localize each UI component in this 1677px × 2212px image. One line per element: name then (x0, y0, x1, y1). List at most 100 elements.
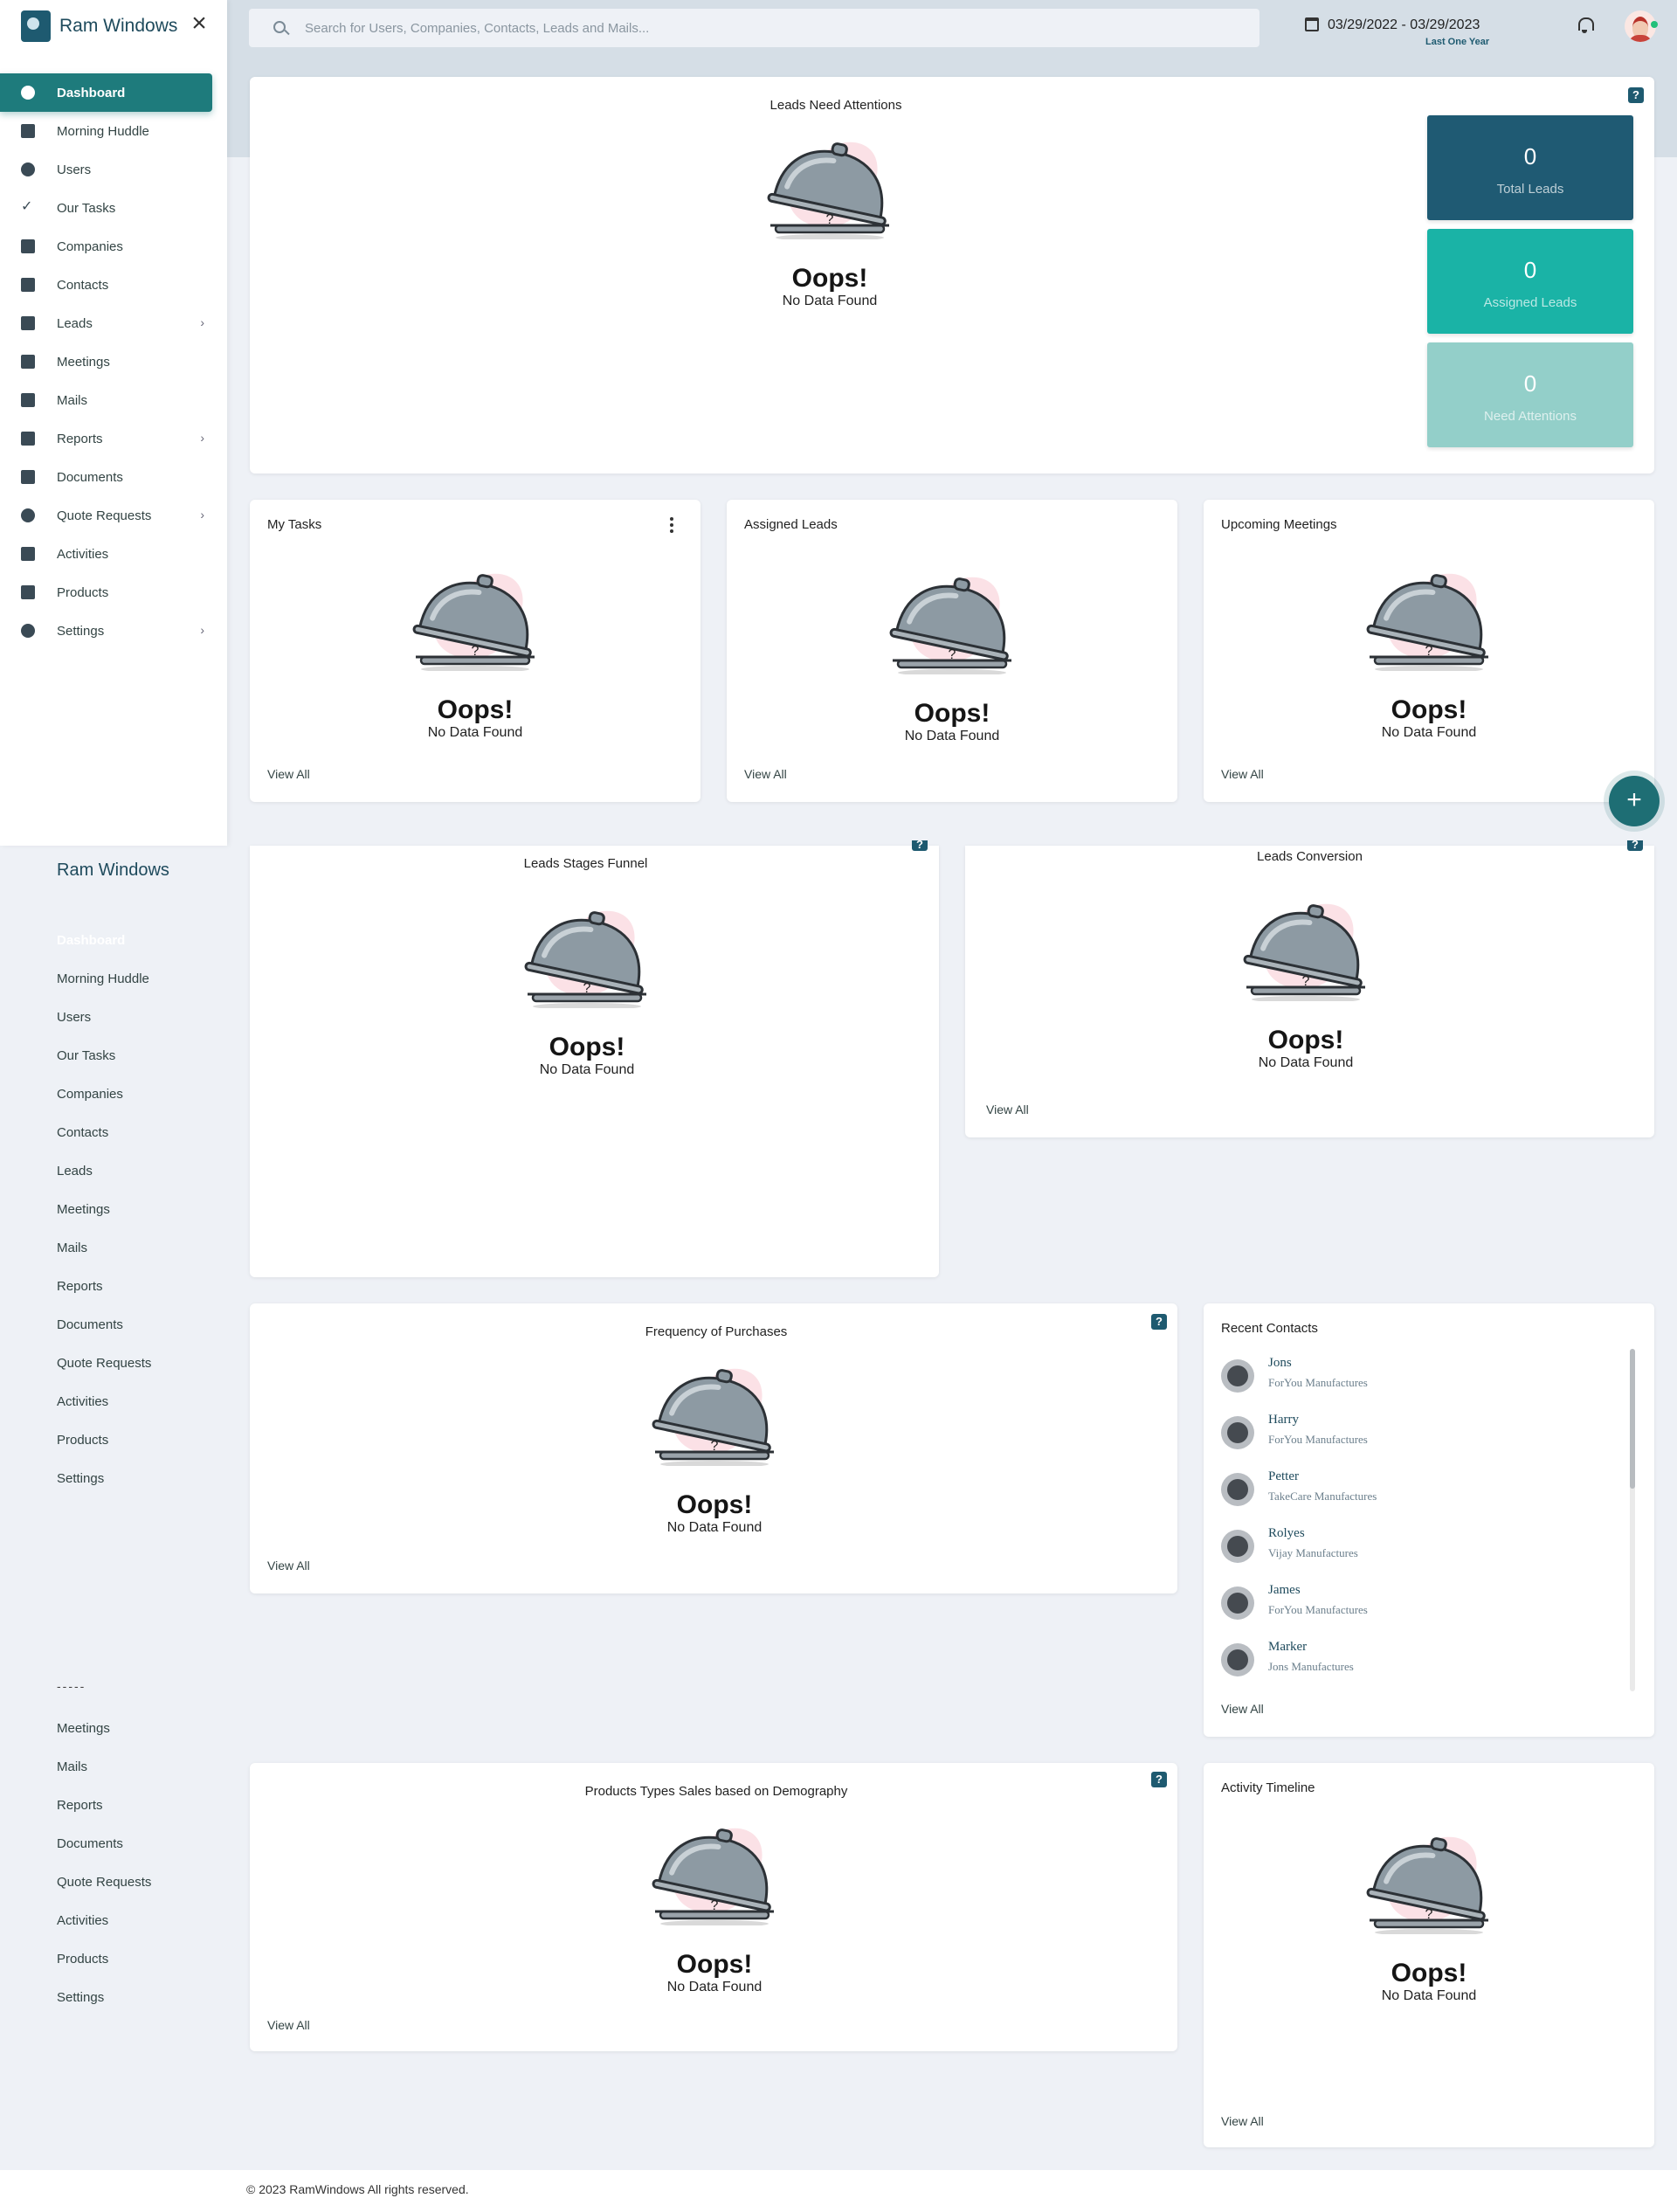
sidebar-item-mails[interactable]: Mails (0, 381, 227, 419)
stat-total-leads[interactable]: 0 Total Leads (1427, 115, 1633, 220)
clipboard-icon (21, 547, 35, 561)
stat-need-attentions[interactable]: 0 Need Attentions (1427, 342, 1633, 447)
ghost-nav-item[interactable]: Activities (0, 1901, 227, 1939)
ghost-nav-item[interactable]: Users (0, 998, 227, 1036)
date-range-picker[interactable]: 03/29/2022 - 03/29/2023 Last One Year (1305, 16, 1497, 51)
empty-state: ? Oops! No Data Found (882, 570, 1022, 744)
sidebar-item-label: Our Tasks (57, 200, 116, 216)
ghost-nav-item[interactable]: Companies (0, 1075, 227, 1113)
sidebar-item-companies[interactable]: Companies (0, 227, 227, 266)
empty-subtitle: No Data Found (427, 725, 523, 740)
sidebar-item-reports[interactable]: Reports › (0, 419, 227, 458)
view-all-link[interactable]: View All (1221, 1702, 1264, 1716)
recent-contacts-card: Recent Contacts Jons ForYou Manufactures H… (1204, 1303, 1654, 1737)
group-icon (21, 508, 35, 522)
question-mark: ? (826, 212, 834, 227)
empty-cloche-illustration: ? (882, 570, 1022, 676)
card-title: Assigned Leads (744, 517, 838, 532)
ghost-nav-item[interactable]: Contacts (0, 1113, 227, 1151)
company-logo-icon (1221, 1530, 1254, 1563)
contact-list-item[interactable]: Rolyes Vijay Manufactures (1221, 1523, 1588, 1575)
leads-conversion-card: Leads Conversion ? ? Oops! No Data Found… (965, 839, 1654, 1137)
ghost-nav-item[interactable]: Our Tasks (0, 1036, 227, 1075)
ghost-nav-item[interactable]: Morning Huddle (0, 959, 227, 998)
view-all-link[interactable]: View All (267, 1559, 310, 1573)
contact-company: TakeCare Manufactures (1268, 1490, 1377, 1503)
brand[interactable]: Ram Windows (21, 9, 177, 44)
scrollbar-thumb[interactable] (1630, 1349, 1635, 1489)
ghost-nav-item[interactable]: Products (0, 1421, 227, 1459)
sidebar-item-products[interactable]: Products (0, 573, 227, 612)
contact-list-item[interactable]: Harry ForYou Manufactures (1221, 1409, 1588, 1462)
stat-assigned-leads[interactable]: 0 Assigned Leads (1427, 229, 1633, 334)
ghost-nav-item[interactable]: Meetings (0, 1190, 227, 1228)
view-all-link[interactable]: View All (744, 767, 787, 781)
company-logo-icon (1221, 1473, 1254, 1506)
coffee-icon (21, 124, 35, 138)
ghost-nav-item[interactable]: Quote Requests (0, 1863, 227, 1901)
notification-bell-icon[interactable] (1577, 17, 1594, 33)
more-options-icon[interactable] (669, 517, 674, 535)
view-all-link[interactable]: View All (267, 2018, 310, 2032)
contact-company: ForYou Manufactures (1268, 1433, 1368, 1446)
contact-name: Jons (1268, 1356, 1292, 1370)
ghost-nav-item[interactable]: Quote Requests (0, 1344, 227, 1382)
view-all-link[interactable]: View All (1221, 2114, 1264, 2128)
ghost-nav-item[interactable]: Reports (0, 1267, 227, 1305)
contact-list-item[interactable]: Jons ForYou Manufactures (1221, 1352, 1588, 1405)
help-icon[interactable]: ? (1627, 839, 1643, 851)
help-icon[interactable]: ? (1151, 1314, 1167, 1330)
sidebar-item-our-tasks[interactable]: ✓ Our Tasks (0, 189, 227, 227)
search-input[interactable] (305, 9, 1248, 47)
stat-label: Assigned Leads (1483, 295, 1577, 310)
help-icon[interactable]: ? (912, 839, 928, 851)
scrollbar[interactable] (1630, 1349, 1635, 1691)
ghost-brand-name: Ram Windows (57, 861, 169, 880)
ghost-nav-primary: Dashboard Morning Huddle Users Our Tasks Com… (0, 921, 227, 1497)
ghost-nav-item[interactable]: Documents (0, 1824, 227, 1863)
sidebar-item-users[interactable]: Users (0, 150, 227, 189)
sidebar-item-dashboard[interactable]: Dashboard (0, 73, 212, 112)
view-all-link[interactable]: View All (1221, 767, 1264, 781)
empty-subtitle: No Data Found (1258, 1055, 1354, 1070)
chevron-right-icon: › (200, 431, 204, 445)
card-title: Leads Stages Funnel (523, 856, 648, 871)
ghost-nav-item[interactable]: Mails (0, 1747, 227, 1786)
card-title: Leads Conversion (1257, 849, 1363, 864)
ghost-nav-item[interactable]: Settings (0, 1459, 227, 1497)
empty-state: ? Oops! No Data Found (645, 1361, 784, 1536)
sidebar-item-meetings[interactable]: Meetings (0, 342, 227, 381)
sidebar-item-documents[interactable]: Documents (0, 458, 227, 496)
sidebar-item-leads[interactable]: Leads › (0, 304, 227, 342)
ghost-nav-item[interactable]: Activities (0, 1382, 227, 1421)
contact-list-item[interactable]: Marker Jons Manufactures (1221, 1636, 1588, 1689)
contact-list-item[interactable]: James ForYou Manufactures (1221, 1580, 1588, 1632)
sidebar-item-quote-requests[interactable]: Quote Requests › (0, 496, 227, 535)
contact-name: Rolyes (1268, 1526, 1305, 1540)
check-icon: ✓ (21, 199, 33, 214)
view-all-link[interactable]: View All (986, 1103, 1029, 1116)
ghost-nav-item[interactable]: Reports (0, 1786, 227, 1824)
contact-list-item[interactable]: Petter TakeCare Manufactures (1221, 1466, 1588, 1518)
view-all-link[interactable]: View All (267, 767, 310, 781)
ghost-nav-item[interactable]: Documents (0, 1305, 227, 1344)
add-fab-button[interactable]: + (1609, 776, 1660, 826)
sidebar-item-label: Reports (57, 431, 103, 446)
empty-title: Oops! (914, 699, 990, 728)
help-icon[interactable]: ? (1628, 87, 1644, 103)
help-icon[interactable]: ? (1151, 1772, 1167, 1787)
sidebar-item-settings[interactable]: Settings › (0, 612, 227, 650)
ghost-nav-item[interactable]: Mails (0, 1228, 227, 1267)
ghost-nav-item[interactable]: Settings (0, 1978, 227, 2016)
ghost-nav-item[interactable]: Dashboard (0, 921, 227, 959)
empty-cloche-illustration: ? (1359, 566, 1499, 673)
chevron-right-icon: › (200, 508, 204, 522)
sidebar-item-contacts[interactable]: Contacts (0, 266, 227, 304)
question-mark: ? (583, 981, 591, 996)
sidebar-item-activities[interactable]: Activities (0, 535, 227, 573)
sidebar-item-morning-huddle[interactable]: Morning Huddle (0, 112, 227, 150)
ghost-nav-item[interactable]: Meetings (0, 1709, 227, 1747)
ghost-nav-item[interactable]: Leads (0, 1151, 227, 1190)
close-sidebar-icon[interactable]: × (189, 10, 210, 37)
ghost-nav-item[interactable]: Products (0, 1939, 227, 1978)
